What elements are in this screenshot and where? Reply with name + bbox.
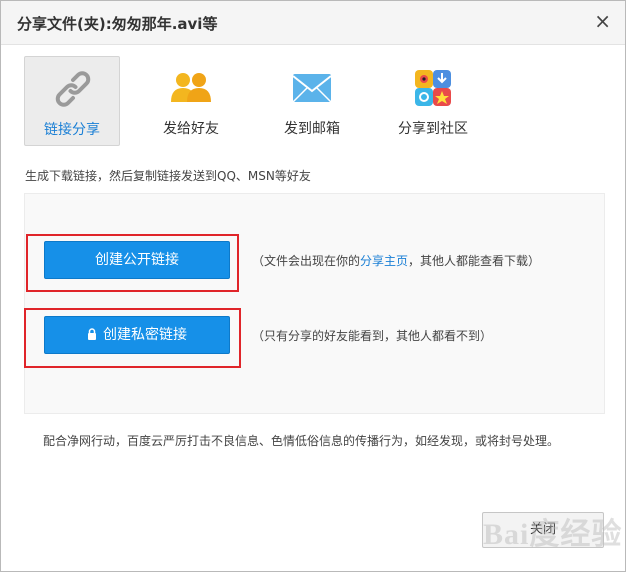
policy-notice: 配合净网行动，百度云严厉打击不良信息、色情低俗信息的传播行为，如经发现，或将封号… xyxy=(43,434,560,448)
public-link-hint: （文件会出现在你的分享主页，其他人都能查看下载） xyxy=(252,252,540,269)
link-icon xyxy=(55,71,91,107)
close-button[interactable]: 关闭 xyxy=(482,512,604,548)
close-button-label: 关闭 xyxy=(529,522,556,537)
tab-link-share[interactable]: 链接分享 xyxy=(24,56,120,146)
mail-icon xyxy=(292,74,332,103)
tab-label: 链接分享 xyxy=(44,122,100,138)
share-description: 生成下载链接，然后复制链接发送到QQ、MSN等好友 xyxy=(25,169,311,183)
lock-icon xyxy=(88,328,96,340)
tab-send-email[interactable]: 发到邮箱 xyxy=(264,56,360,146)
close-icon[interactable]: × xyxy=(594,10,611,32)
hint-prefix: （文件会出现在你的 xyxy=(252,254,361,268)
dialog-titlebar: 分享文件(夹):匆匆那年.avi等 × xyxy=(1,1,625,45)
tab-send-friends[interactable]: 发给好友 xyxy=(143,56,239,146)
private-link-hint: （只有分享的好友能看到，其他人都看不到） xyxy=(252,329,493,343)
friends-icon xyxy=(171,73,211,102)
dialog-title: 分享文件(夹):匆匆那年.avi等 xyxy=(17,15,218,33)
tab-label: 分享到社区 xyxy=(398,121,468,137)
button-label: 创建私密链接 xyxy=(103,327,187,343)
share-dialog: 分享文件(夹):匆匆那年.avi等 × 链接分享 发给好友 发到邮箱 分享到社区… xyxy=(0,0,626,572)
link-options-panel xyxy=(24,193,605,414)
button-label: 创建公开链接 xyxy=(95,252,179,268)
create-public-link-button[interactable]: 创建公开链接 xyxy=(44,241,230,279)
tab-label: 发到邮箱 xyxy=(284,121,340,137)
create-private-link-button[interactable]: 创建私密链接 xyxy=(44,316,230,354)
hint-suffix: ，其他人都能查看下载） xyxy=(408,254,541,268)
share-homepage-link[interactable]: 分享主页 xyxy=(360,254,408,268)
tab-share-community[interactable]: 分享到社区 xyxy=(385,56,481,146)
community-icon xyxy=(415,70,451,106)
tab-label: 发给好友 xyxy=(163,121,219,137)
